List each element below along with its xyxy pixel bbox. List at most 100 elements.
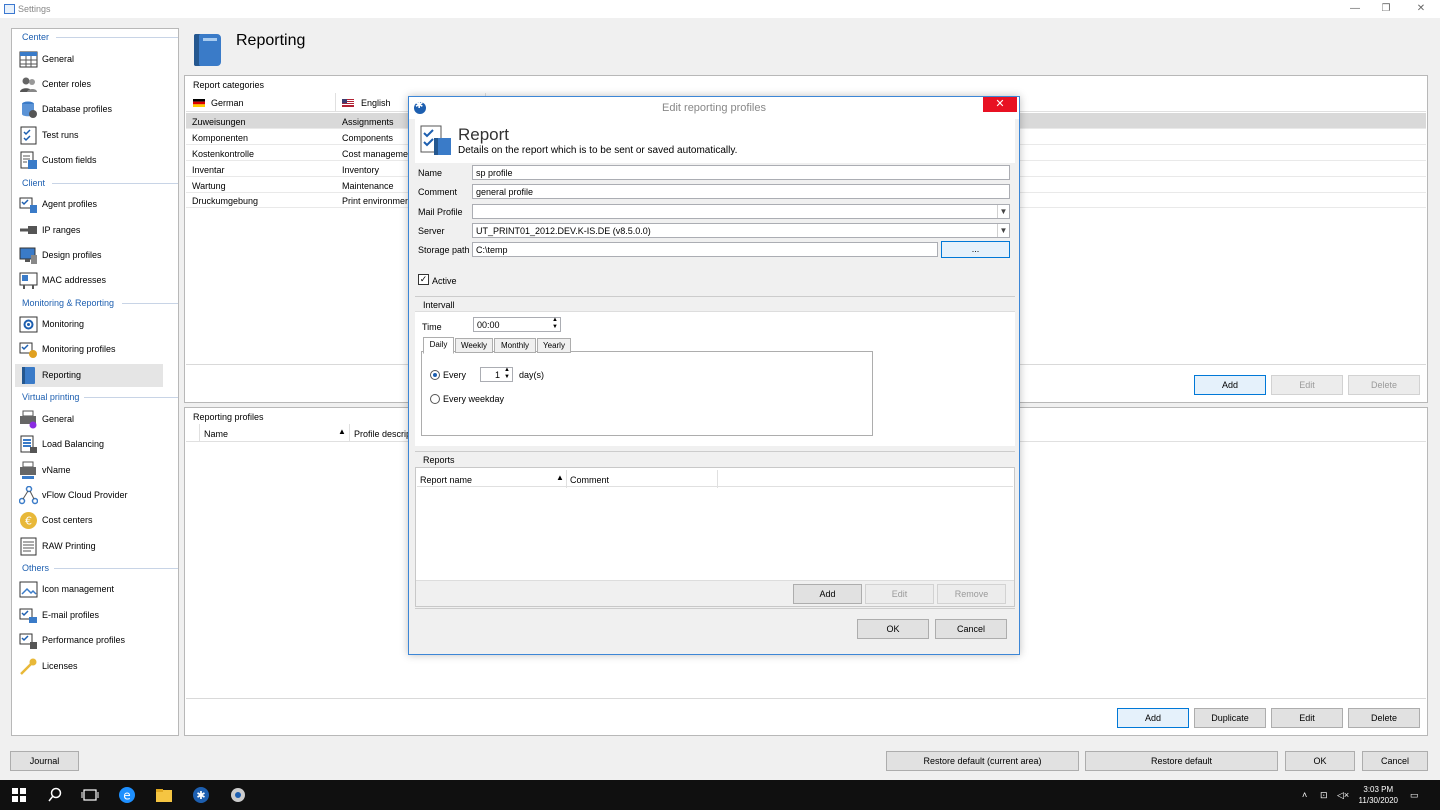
tab-weekly[interactable]: Weekly [455, 338, 493, 353]
dialog-header-area: Report Details on the report which is to… [415, 119, 1015, 163]
nav-item-design-profiles[interactable]: Design profiles [15, 244, 163, 267]
raw-doc-icon [20, 537, 37, 556]
column-report-name[interactable]: Report name ▲ [417, 470, 567, 488]
tab-yearly[interactable]: Yearly [537, 338, 571, 353]
chevron-up-icon[interactable]: ˄ [1302, 790, 1307, 800]
check-icon: ✓ [419, 274, 428, 284]
svg-text:e: e [123, 789, 130, 803]
nav-label: Load Balancing [42, 439, 105, 449]
nav-item-performance-profiles[interactable]: Performance profiles [15, 629, 163, 652]
every-days-radio[interactable] [430, 370, 440, 380]
nav-label: Monitoring [42, 319, 85, 329]
every-weekday-radio[interactable] [430, 394, 440, 404]
restore-default-area-button[interactable]: Restore default (current area) [886, 751, 1079, 771]
time-spinner[interactable]: 00:00 ▲ ▼ [473, 317, 561, 332]
profile-add-button[interactable]: Add [1117, 708, 1189, 728]
reports-column-header: Report name ▲ Comment [417, 469, 1013, 488]
clock-time: 3:03 PM [1363, 785, 1394, 794]
nav-category-virtual-printing: Virtual printing [22, 392, 178, 402]
windows-start-icon[interactable] [10, 786, 28, 804]
footer-cancel-button[interactable]: Cancel [1362, 751, 1428, 771]
taskbar-clock[interactable]: 3:03 PM 11/30/2020 [1359, 784, 1398, 806]
report-remove-button[interactable]: Remove [937, 584, 1006, 604]
tab-monthly[interactable]: Monthly [494, 338, 536, 353]
search-icon[interactable] [46, 786, 64, 804]
database-icon [22, 101, 37, 118]
nav-item-licenses[interactable]: Licenses [15, 655, 163, 678]
nav-item-raw-printing[interactable]: RAW Printing [15, 535, 163, 558]
restore-default-button[interactable]: Restore default [1085, 751, 1278, 771]
admin-app-icon[interactable] [229, 786, 247, 804]
svg-text:✱: ✱ [196, 789, 205, 802]
nav-item-cost-centers[interactable]: € Cost centers [15, 509, 163, 532]
nav-item-center-general[interactable]: General [15, 48, 163, 71]
sort-ascending-icon: ▲ [338, 427, 346, 436]
maximize-button[interactable]: ❐ [1371, 1, 1401, 17]
task-view-icon[interactable] [81, 786, 99, 804]
column-name[interactable]: Name ▲ [200, 424, 350, 442]
mail-profile-select[interactable]: ▼ [472, 204, 1010, 219]
category-add-button[interactable]: Add [1194, 375, 1266, 395]
category-delete-button[interactable]: Delete [1348, 375, 1420, 395]
report-add-button[interactable]: Add [793, 584, 862, 604]
nav-item-custom-fields[interactable]: Custom fields [15, 149, 163, 172]
volume-muted-icon[interactable]: ◁× [1337, 790, 1349, 801]
nav-item-reporting[interactable]: Reporting [15, 364, 163, 387]
notification-icon[interactable]: ▭ [1410, 790, 1419, 801]
nav-label: RAW Printing [42, 541, 96, 551]
book-icon [22, 367, 35, 384]
column-german[interactable]: German [186, 93, 336, 111]
divider [186, 698, 1426, 699]
window-titlebar: Settings — ❐ ✕ [0, 0, 1440, 18]
category-edit-button[interactable]: Edit [1271, 375, 1343, 395]
nav-item-database-profiles[interactable]: Database profiles [15, 98, 163, 121]
interval-group: Time 00:00 ▲ ▼ Every 1 ▲ ▼ day(s) Every we… [415, 311, 1015, 446]
nav-item-mac-addresses[interactable]: MAC addresses [15, 269, 163, 292]
close-window-button[interactable]: ✕ [1406, 1, 1436, 17]
checklist-icon [20, 126, 37, 145]
minimize-button[interactable]: — [1340, 1, 1370, 17]
nav-label: E-mail profiles [42, 610, 100, 620]
dialog-ok-button[interactable]: OK [857, 619, 929, 639]
chevron-down-icon: ▼ [997, 205, 1009, 218]
nav-item-agent-profiles[interactable]: Agent profiles [15, 193, 163, 216]
comment-field[interactable]: general profile [472, 184, 1010, 199]
report-edit-button[interactable]: Edit [865, 584, 934, 604]
active-label: Active [432, 276, 457, 286]
footer-ok-button[interactable]: OK [1285, 751, 1355, 771]
nav-item-virtual-general[interactable]: General [15, 408, 163, 431]
nav-item-email-profiles[interactable]: E-mail profiles [15, 604, 163, 627]
reports-group: Report name ▲ Comment Add Edit Remove [415, 467, 1015, 607]
nav-item-icon-management[interactable]: Icon management [15, 578, 163, 601]
profile-delete-button[interactable]: Delete [1348, 708, 1420, 728]
name-field[interactable]: sp profile [472, 165, 1010, 180]
comment-label: Comment [418, 187, 458, 197]
file-explorer-icon[interactable] [155, 786, 173, 804]
tab-daily[interactable]: Daily [423, 337, 454, 354]
nav-label: Database profiles [42, 104, 113, 114]
nav-item-vflow-cloud-provider[interactable]: vFlow Cloud Provider [15, 484, 163, 507]
nav-item-vname[interactable]: vName [15, 459, 163, 482]
edge-icon[interactable]: e [118, 786, 136, 804]
server-select[interactable]: UT_PRINT01_2012.DEV.K-IS.DE (v8.5.0.0) ▼ [472, 223, 1010, 238]
settings-app-icon[interactable]: ✱ [192, 786, 210, 804]
browse-button[interactable]: ... [941, 241, 1010, 258]
column-comment[interactable]: Comment [567, 470, 718, 488]
nav-item-monitoring-profiles[interactable]: Monitoring profiles [15, 338, 163, 361]
profile-duplicate-button[interactable]: Duplicate [1194, 708, 1266, 728]
journal-button[interactable]: Journal [10, 751, 79, 771]
nav-item-ip-ranges[interactable]: IP ranges [15, 219, 163, 242]
active-checkbox[interactable]: ✓ [418, 274, 429, 285]
nav-item-monitoring[interactable]: Monitoring [15, 313, 163, 336]
nav-item-center-roles[interactable]: Center roles [15, 73, 163, 96]
days-spinner[interactable]: 1 ▲ ▼ [480, 367, 513, 382]
storage-path-field[interactable]: C:\temp [472, 242, 938, 257]
dialog-close-button[interactable]: ✕ [983, 97, 1017, 112]
dialog-cancel-button[interactable]: Cancel [935, 619, 1007, 639]
nav-item-load-balancing[interactable]: Load Balancing [15, 433, 163, 456]
nav-item-test-runs[interactable]: Test runs [15, 124, 163, 147]
report-categories-header: Report categories [193, 80, 265, 90]
nav-label: General [42, 414, 75, 424]
network-tray-icon[interactable]: ⊡ [1320, 790, 1328, 801]
profile-edit-button[interactable]: Edit [1271, 708, 1343, 728]
